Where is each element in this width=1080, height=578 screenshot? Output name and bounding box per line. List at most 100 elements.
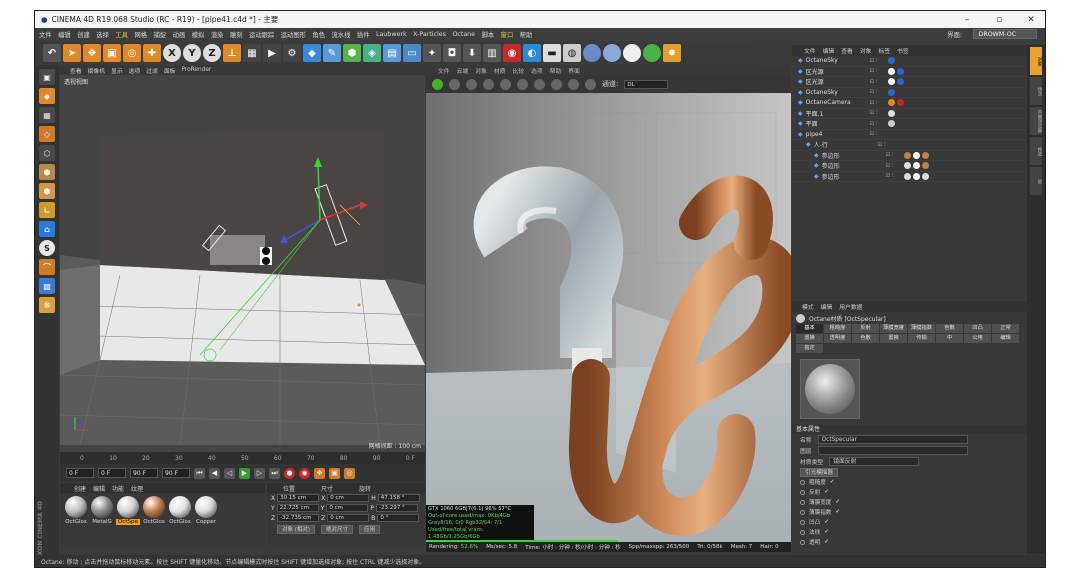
- material-item[interactable]: OctGlos: [64, 496, 88, 525]
- node-editor-button[interactable]: 引光模描器: [800, 467, 838, 477]
- start-frame-field[interactable]: 0 F: [66, 468, 94, 478]
- channel-expand-icon[interactable]: [800, 519, 805, 525]
- menu-item-9[interactable]: 渲染: [211, 30, 224, 39]
- channel-checkbox[interactable]: ✓: [824, 519, 829, 525]
- stop-render-icon[interactable]: [483, 78, 494, 90]
- object-visibility-flags[interactable]: ⊡ ⁝: [870, 58, 888, 64]
- material-menu-item[interactable]: 创建: [74, 484, 86, 493]
- material-item[interactable]: OctSpe: [116, 496, 140, 525]
- menu-item-2[interactable]: 创建: [77, 30, 90, 39]
- material-type-select[interactable]: 镜面反射: [829, 457, 920, 466]
- object-visibility-flags[interactable]: ⊡ ⁝: [870, 131, 888, 137]
- object-row[interactable]: ◆ 参边形 ⊡ ⁝: [792, 172, 1028, 182]
- viewport-menu-item[interactable]: 显示: [111, 66, 123, 75]
- object-visibility-flags[interactable]: ⊡ ⁝: [878, 142, 896, 148]
- channel-checkbox[interactable]: ✓: [835, 509, 840, 515]
- channel-row[interactable]: 凹凸 ✓: [792, 517, 1028, 527]
- object-visibility-flags[interactable]: ⊡ ⁝: [886, 152, 904, 158]
- magnet-icon[interactable]: ⌒: [39, 259, 55, 275]
- coord-rotation-field[interactable]: 0 °: [377, 514, 420, 522]
- points-mode-icon[interactable]: ⬡: [39, 145, 55, 161]
- coord-size-field[interactable]: 0 cm: [326, 504, 369, 512]
- channel-checkbox[interactable]: ✓: [830, 479, 835, 485]
- subdivision-icon[interactable]: ⬢: [343, 44, 361, 62]
- menu-item-6[interactable]: 捕捉: [154, 30, 167, 39]
- octane-disc-icon[interactable]: ◍: [563, 44, 581, 62]
- perspective-viewport[interactable]: 查看 摄像机 显示 选项 过滤 面板 ProRender 透视视图 网格间距:…: [60, 65, 425, 452]
- attribute-tab[interactable]: 凹凸: [964, 324, 991, 333]
- current-frame-field[interactable]: 0 F: [98, 468, 126, 478]
- sculpt-icon[interactable]: ▩: [39, 278, 55, 294]
- object-row[interactable]: ◆ 人-行 ⊡ ⁝: [792, 140, 1028, 151]
- object-menu-item[interactable]: 文件: [804, 46, 816, 55]
- camera-icon[interactable]: ◘: [443, 44, 461, 62]
- right-side-tab[interactable]: 场次: [1030, 77, 1042, 105]
- material-item[interactable]: OctGlos: [168, 496, 192, 525]
- object-tag-icon[interactable]: [912, 172, 920, 180]
- minimize-button[interactable]: –: [951, 15, 983, 25]
- texture-mode-icon[interactable]: ▦: [39, 107, 55, 123]
- object-visibility-flags[interactable]: ⊡ ⁝: [870, 121, 888, 127]
- prev-key-icon[interactable]: ◀: [209, 467, 220, 479]
- object-tag-icon[interactable]: [887, 67, 895, 75]
- material-item[interactable]: MetalG: [90, 496, 114, 525]
- object-tag-icon[interactable]: [921, 151, 929, 159]
- menu-item-10[interactable]: 雕刻: [230, 30, 243, 39]
- coord-position-field[interactable]: -32.735 cm: [277, 514, 320, 522]
- render-pass-select[interactable]: DL: [624, 79, 669, 89]
- menu-item-17[interactable]: X-Particles: [413, 31, 446, 38]
- attribute-tab[interactable]: 正常: [992, 324, 1019, 333]
- tweak-mode-icon[interactable]: ⌂: [39, 221, 55, 237]
- go-end-icon[interactable]: ⏭: [269, 467, 280, 479]
- floor-icon[interactable]: ▭: [403, 44, 421, 62]
- menu-item-4[interactable]: 工具: [115, 30, 128, 39]
- right-side-tab[interactable]: 构造: [1030, 137, 1042, 165]
- object-tag-icon[interactable]: [903, 151, 911, 159]
- select-icon[interactable]: ➤: [63, 44, 81, 62]
- object-visibility-flags[interactable]: ⊡ ⁝: [886, 173, 904, 179]
- object-row[interactable]: ◆ pipe4 ⊡ ⁝: [792, 130, 1028, 140]
- play-icon[interactable]: ▶: [239, 467, 250, 479]
- pin-icon[interactable]: [585, 78, 596, 90]
- workplane-icon[interactable]: ◇: [39, 126, 55, 142]
- channel-row[interactable]: 反射 ✓: [792, 487, 1028, 497]
- scene-icon[interactable]: ▤: [383, 44, 401, 62]
- object-tag-icon[interactable]: [887, 109, 895, 117]
- go-start-icon[interactable]: ⏮: [194, 467, 205, 479]
- object-visibility-flags[interactable]: ⊡ ⁝: [870, 68, 888, 74]
- axis-mode-icon[interactable]: ∟: [39, 202, 55, 218]
- menu-item-18[interactable]: Octane: [452, 31, 475, 38]
- object-menu-item[interactable]: 书签: [897, 46, 909, 55]
- x-axis-icon[interactable]: X: [163, 44, 181, 62]
- channel-row[interactable]: 法线 ✓: [792, 527, 1028, 537]
- render-icon[interactable]: ▶: [263, 44, 281, 62]
- attribute-tab[interactable]: 置换: [796, 334, 823, 343]
- right-side-tab[interactable]: 内容浏览器: [1030, 107, 1042, 135]
- attribute-tab[interactable]: 基本: [796, 324, 823, 333]
- attribute-menu-item[interactable]: 用户数据: [839, 302, 862, 311]
- record-icon[interactable]: ●: [284, 467, 295, 479]
- coord-rotation-field[interactable]: 47.158 °: [377, 494, 420, 502]
- size-mode-select[interactable]: 绝对尺寸: [321, 525, 354, 534]
- menu-item-21[interactable]: 帮助: [520, 30, 533, 39]
- region-render-icon[interactable]: [551, 78, 562, 90]
- menu-item-16[interactable]: Laubwerk: [376, 31, 407, 38]
- menu-item-20[interactable]: 窗口: [501, 30, 514, 39]
- save-render-icon[interactable]: [534, 78, 545, 90]
- viewport-menu-item[interactable]: 面板: [164, 66, 176, 75]
- layout-select[interactable]: DROWM-OC: [972, 29, 1037, 39]
- render-menu-item[interactable]: 对象: [475, 66, 487, 75]
- pick-focus-icon[interactable]: [568, 78, 579, 90]
- channel-expand-icon[interactable]: [800, 539, 805, 545]
- end-frame-field[interactable]: 90 F: [130, 468, 158, 478]
- object-tag-icon[interactable]: [903, 172, 911, 180]
- object-row[interactable]: ◆ 参边形 ⊡ ⁝: [792, 151, 1028, 161]
- channel-row[interactable]: 薄膜指数 ✓: [792, 507, 1028, 517]
- timeline[interactable]: 0 10 20 30 40 50 60 70 80 90 0 F 0 F 0 F 90 F 90 F…: [60, 452, 425, 482]
- menu-item-5[interactable]: 网格: [134, 30, 147, 39]
- timeline-ruler[interactable]: 0 10 20 30 40 50 60 70 80 90 0 F: [60, 452, 425, 464]
- attribute-tab[interactable]: 粗糙度: [824, 324, 851, 333]
- paint-icon[interactable]: ⦻: [39, 297, 55, 313]
- coordinate-system-icon[interactable]: ⊥: [223, 44, 241, 62]
- object-row[interactable]: ◆ 区光源 ⊡ ⁝: [792, 77, 1028, 88]
